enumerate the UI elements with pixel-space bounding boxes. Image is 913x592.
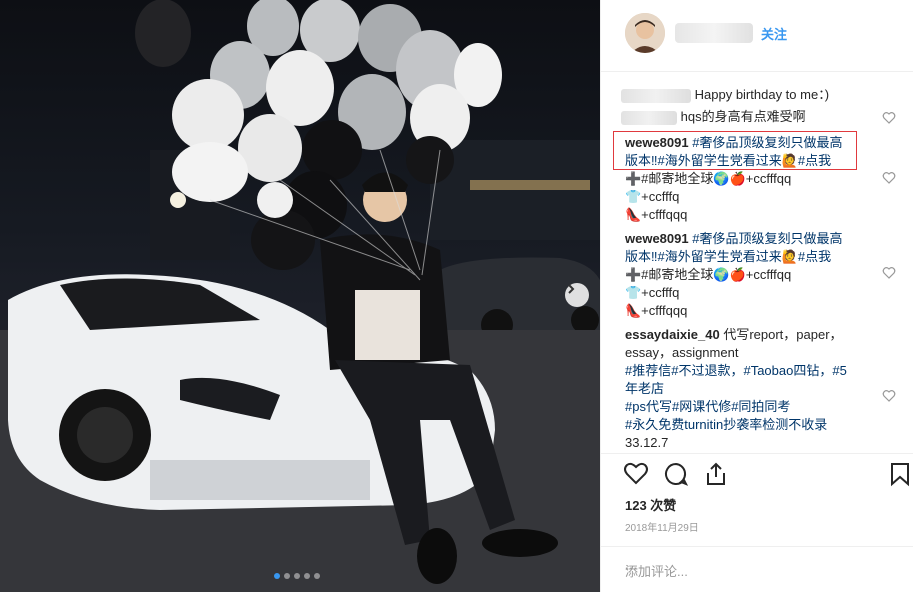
caption-text: Happy birthday to me：) xyxy=(694,87,830,102)
bookmark-icon[interactable] xyxy=(887,461,913,487)
post-photo[interactable] xyxy=(0,0,600,592)
more-options-button[interactable]: ··· xyxy=(625,561,638,576)
carousel-dot xyxy=(284,573,290,579)
comment-text-line: ➕#邮寄地全球🌍🍎+ccfffqq xyxy=(625,267,792,282)
comment-text-line[interactable]: #推荐信#不过退款，#Taobao四钻，#5 xyxy=(625,362,847,380)
post-header: 关注 xyxy=(601,0,913,72)
like-count[interactable]: 123 次赞 xyxy=(625,495,676,514)
follow-button[interactable]: 关注 xyxy=(761,24,787,43)
comment-text-line: 代写report，paper， xyxy=(723,327,843,342)
carousel-dot xyxy=(304,573,310,579)
comment-bubble-icon[interactable] xyxy=(663,461,689,487)
comment-like-icon[interactable] xyxy=(882,389,896,403)
add-comment-bar: 添加评论... ··· xyxy=(601,546,913,592)
comment-text-line[interactable]: #永久免费turnitin抄袭率检测不收录 xyxy=(625,416,827,434)
comment-text-line[interactable]: 版本‼#海外留学生党看过来🙋#点我 xyxy=(625,248,831,266)
comment-like-icon[interactable] xyxy=(882,266,896,280)
comment-text-line: 👠+cfffqqq xyxy=(625,303,688,318)
chevron-right-icon xyxy=(568,284,575,294)
username-blurred[interactable] xyxy=(675,23,753,43)
comment-text-line[interactable]: 版本‼#海外留学生党看过来🙋#点我 xyxy=(625,152,831,170)
comment-text-line: ➕#邮寄地全球🌍🍎+ccfffqq xyxy=(625,171,792,186)
post-side-panel: 关注 Happy birthday to me：) hqs的身高有点难受啊 we… xyxy=(600,0,913,592)
comment-text-line: 33.12.7 xyxy=(625,435,669,450)
comment-text-line: 👠+cfffqqq xyxy=(625,207,688,222)
post-actions-bar xyxy=(601,453,913,493)
avatar-image xyxy=(625,13,665,53)
avatar[interactable] xyxy=(625,13,665,53)
comment-text-line[interactable]: #奢侈品顶级复刻只做最高 xyxy=(692,231,842,246)
comment-text-line[interactable]: 年老店 xyxy=(625,380,664,398)
comment-text-line[interactable]: #ps代写#网课代修#同拍同考 xyxy=(625,398,790,416)
comment-text-line: essay，assignment xyxy=(625,345,739,360)
comment-username[interactable]: wewe8091 xyxy=(625,135,689,150)
comment-like-icon[interactable] xyxy=(882,171,896,185)
post-date: 2018年11月29日 xyxy=(625,523,699,534)
carousel-dot xyxy=(314,573,320,579)
comment-text-line: 👕+ccfffq xyxy=(625,189,680,204)
comment-username[interactable]: essaydaixie_40 xyxy=(625,327,720,342)
comment-text-line[interactable]: #奢侈品顶级复刻只做最高 xyxy=(692,135,842,150)
comment-item: hqs的身高有点难受啊 xyxy=(621,108,806,126)
caption: Happy birthday to me：) xyxy=(621,86,829,104)
comment-like-icon[interactable] xyxy=(882,111,896,125)
comment-username[interactable]: wewe8091 xyxy=(625,231,689,246)
comment-username-blurred[interactable] xyxy=(621,110,677,125)
comment-text: hqs的身高有点难受啊 xyxy=(680,109,806,124)
photo-illustration xyxy=(0,0,600,592)
next-photo-button[interactable] xyxy=(565,283,589,307)
comment-text-line: 👕+ccfffq xyxy=(625,285,680,300)
caption-username-blurred[interactable] xyxy=(621,88,691,103)
carousel-dot xyxy=(274,573,280,579)
heart-outline-icon[interactable] xyxy=(623,461,649,487)
carousel-indicator xyxy=(274,573,320,579)
carousel-dot xyxy=(294,573,300,579)
share-arrow-icon[interactable] xyxy=(703,461,729,487)
